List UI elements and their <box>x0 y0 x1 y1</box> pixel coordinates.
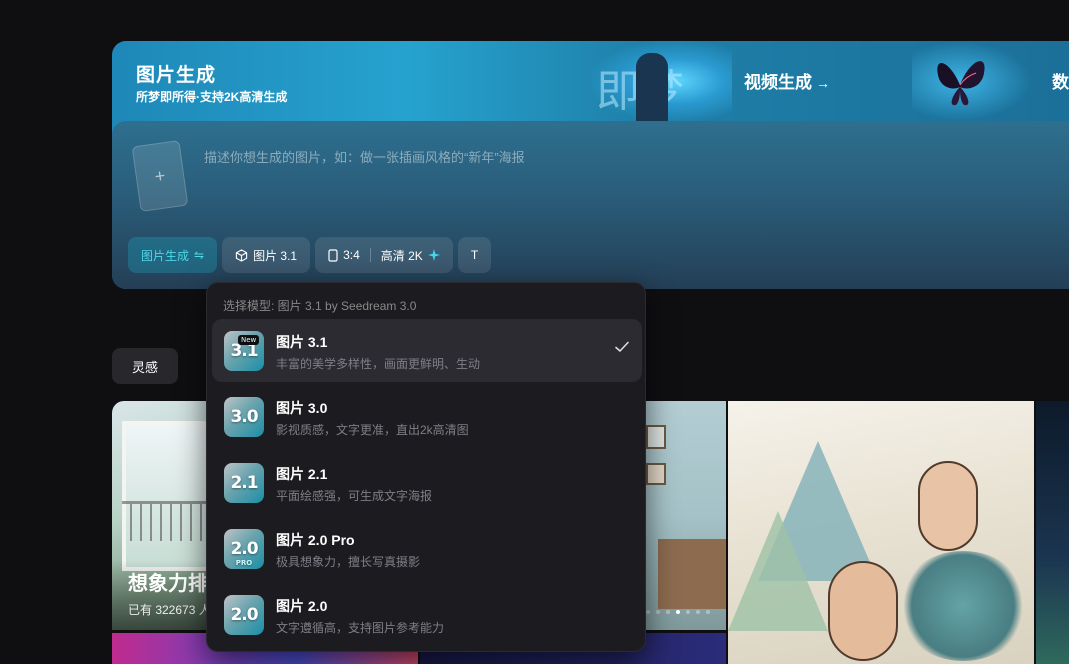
face-art <box>918 461 978 551</box>
new-badge: New <box>238 335 260 345</box>
mode-label: 图片生成 <box>141 248 190 263</box>
carousel-dot[interactable] <box>696 610 700 614</box>
hero-header: 图片生成 所梦即所得·支持2K高清生成 即梦 视频生成→ 数 <box>112 41 1069 121</box>
text-tool-button[interactable]: T <box>457 237 492 273</box>
model-description: 极具想象力，擅长写真摄影 <box>276 555 421 569</box>
quality-label: 高清 2K <box>380 248 423 263</box>
sparkle-icon <box>427 249 440 261</box>
butterfly-icon <box>937 61 985 106</box>
checkmark-icon <box>615 341 629 352</box>
frame-art <box>646 463 666 485</box>
generation-toolbar: 图片生成 ⇋ 图片 3.1 3:4 高清 2K T <box>128 237 492 273</box>
model-dropdown: 选择模型: 图片 3.1 by Seedream 3.0 3.1 New 图片 … <box>206 282 646 652</box>
model-description: 丰富的美学多样性，画面更鲜明、生动 <box>276 357 481 371</box>
model-option-3-0[interactable]: 3.0 图片 3.0 影视质感，文字更准，直出2k高清图 <box>212 385 642 448</box>
ratio-quality-button[interactable]: 3:4 高清 2K <box>315 237 453 273</box>
text-icon: T <box>470 248 479 262</box>
video-link-label: 视频生成 <box>744 73 812 92</box>
model-icon-text: 2.0 <box>230 605 258 625</box>
pro-label: PRO <box>235 559 253 567</box>
model-option-2-1[interactable]: 2.1 图片 2.1 平面绘感强，可生成文字海报 <box>212 451 642 514</box>
tab-inspiration[interactable]: 灵感 <box>112 348 178 384</box>
model-icon-text: 3.0 <box>230 407 258 427</box>
model-3-0-icon: 3.0 <box>224 397 264 437</box>
image-upload-button[interactable]: + <box>131 139 189 213</box>
model-option-2-0[interactable]: 2.0 图片 2.0 文字遵循高，支持图片参考能力 <box>212 583 642 646</box>
model-label: 图片 3.1 <box>253 248 298 263</box>
dragon-art <box>898 551 1028 661</box>
frame-art <box>646 425 666 449</box>
model-description: 影视质感，文字更准，直出2k高清图 <box>276 423 469 437</box>
aspect-ratio-icon <box>328 248 338 262</box>
model-3-1-icon: 3.1 New <box>224 331 264 371</box>
dropdown-header: 选择模型: 图片 3.1 by Seedream 3.0 <box>223 299 417 313</box>
panel-subtitle: 所梦即所得·支持2K高清生成 <box>136 90 288 104</box>
model-description: 平面绘感强，可生成文字海报 <box>276 489 433 503</box>
hero-banner-art: 即梦 <box>592 41 732 121</box>
video-generation-link[interactable]: 视频生成 → <box>744 68 830 93</box>
carousel-dots[interactable] <box>646 610 710 614</box>
ratio-label: 3:4 <box>343 248 360 262</box>
carousel-dot[interactable] <box>706 610 710 614</box>
figure-silhouette <box>636 53 668 121</box>
gallery-card-4[interactable] <box>1036 401 1069 664</box>
carousel-dot[interactable] <box>646 610 650 614</box>
arrow-right-icon: → <box>816 75 830 91</box>
model-2-1-icon: 2.1 <box>224 463 264 503</box>
image-generation-panel: 图片生成 所梦即所得·支持2K高清生成 即梦 视频生成→ 数 + <box>112 41 1069 289</box>
carousel-dot-active[interactable] <box>676 610 680 614</box>
model-name: 图片 2.1 <box>276 466 328 482</box>
model-icon-text: 2.0 <box>230 539 258 559</box>
model-description: 文字遵循高，支持图片参考能力 <box>276 621 445 635</box>
mode-switch-button[interactable]: 图片生成 ⇋ <box>128 237 218 273</box>
mountain-art <box>728 511 828 631</box>
model-2-0-icon: 2.0 <box>224 595 264 635</box>
model-select-button[interactable]: 图片 3.1 <box>222 237 311 273</box>
face-art <box>828 561 898 661</box>
panel-title: 图片生成 <box>136 65 217 86</box>
divider <box>369 248 371 262</box>
model-option-3-1[interactable]: 3.1 New 图片 3.1 丰富的美学多样性，画面更鲜明、生动 <box>212 319 642 382</box>
gallery-card-subtitle: 已有 322673 人 <box>128 603 211 617</box>
model-name: 图片 2.0 Pro <box>276 532 355 548</box>
carousel-dot[interactable] <box>666 610 670 614</box>
swap-icon: ⇋ <box>194 248 205 262</box>
model-name: 图片 3.0 <box>276 400 328 416</box>
gallery-card-title: 想象力排 <box>128 573 208 595</box>
gallery-card-3[interactable] <box>728 401 1034 664</box>
carousel-dot[interactable] <box>686 610 690 614</box>
page: 图片生成 所梦即所得·支持2K高清生成 即梦 视频生成→ 数 + <box>0 0 1069 664</box>
desk-art <box>658 539 726 609</box>
more-link[interactable]: 数 <box>1052 68 1069 93</box>
carousel-dot[interactable] <box>656 610 660 614</box>
model-icon-text: 2.1 <box>230 473 258 493</box>
model-2-0-pro-icon: 2.0 PRO <box>224 529 264 569</box>
cube-icon <box>235 248 248 262</box>
plus-icon: + <box>153 164 167 187</box>
model-option-2-0-pro[interactable]: 2.0 PRO 图片 2.0 Pro 极具想象力，擅长写真摄影 <box>212 517 642 580</box>
model-name: 图片 3.1 <box>276 334 328 350</box>
model-name: 图片 2.0 <box>276 598 328 614</box>
prompt-area: + 描述你想生成的图片，如：做一张插画风格的“新年”海报 图片生成 ⇋ 图片 3… <box>112 121 1069 289</box>
prompt-input[interactable]: 描述你想生成的图片，如：做一张插画风格的“新年”海报 <box>204 147 525 166</box>
